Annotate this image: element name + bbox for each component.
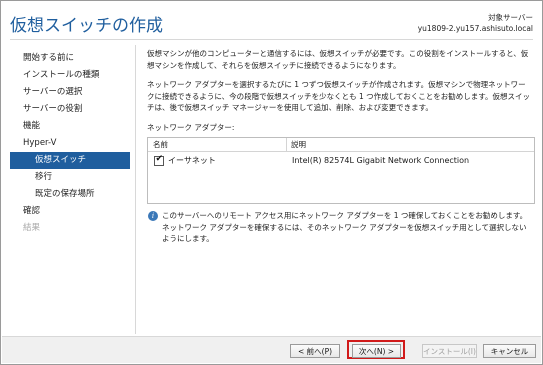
main-content: 仮想マシンが他のコンピューターと通信するには、仮想スイッチが必要です。この役割を… — [147, 48, 532, 137]
nav-item-default-stores[interactable]: 既定の保存場所 — [10, 186, 130, 203]
table-header: 名前 説明 — [148, 138, 534, 152]
adapter-checkbox[interactable]: ✔ — [154, 154, 164, 166]
wizard-window: 仮想スイッチの作成 対象サーバー yu1809-2.yu157.ashisuto… — [0, 0, 543, 365]
wizard-nav: 開始する前に インストールの種類 サーバーの選択 サーバーの役割 機能 Hype… — [10, 50, 130, 237]
previous-button[interactable]: < 前へ(P) — [290, 344, 340, 358]
nav-item-server-roles[interactable]: サーバーの役割 — [10, 101, 130, 118]
nav-item-before-you-begin[interactable]: 開始する前に — [10, 50, 130, 67]
page-title: 仮想スイッチの作成 — [10, 16, 163, 36]
nav-item-features[interactable]: 機能 — [10, 118, 130, 135]
target-server-name: yu1809-2.yu157.ashisuto.local — [417, 24, 533, 33]
nav-item-label: 機能 — [23, 121, 41, 131]
nav-item-label: 確認 — [23, 206, 41, 216]
nav-item-label: 結果 — [23, 223, 41, 233]
checkmark-icon: ✔ — [155, 154, 164, 164]
header-divider — [10, 39, 533, 40]
install-button: インストール(I) — [422, 344, 477, 358]
nav-item-label: Hyper-V — [23, 138, 57, 148]
nav-item-label: 既定の保存場所 — [35, 189, 95, 199]
info-icon: i — [148, 211, 158, 221]
column-separator[interactable] — [286, 138, 287, 151]
cancel-button[interactable]: キャンセル — [483, 344, 536, 358]
next-button[interactable]: 次へ(N) > — [352, 344, 401, 358]
nav-item-virtual-switches[interactable]: 仮想スイッチ — [10, 152, 130, 169]
nav-item-label: サーバーの役割 — [23, 104, 83, 114]
network-adapters-label: ネットワーク アダプター: — [147, 122, 235, 132]
nav-item-confirmation[interactable]: 確認 — [10, 203, 130, 220]
adapter-name: イーサネット — [168, 156, 216, 165]
nav-item-label: インストールの種類 — [23, 70, 100, 80]
nav-item-installation-type[interactable]: インストールの種類 — [10, 67, 130, 84]
target-server-info: 対象サーバー yu1809-2.yu157.ashisuto.local — [418, 12, 533, 34]
nav-item-server-selection[interactable]: サーバーの選択 — [10, 84, 130, 101]
nav-item-migration[interactable]: 移行 — [10, 169, 130, 186]
nav-item-label: サーバーの選択 — [23, 87, 83, 97]
nav-divider — [135, 45, 136, 334]
button-bar: < 前へ(P) 次へ(N) > インストール(I) キャンセル — [2, 336, 541, 363]
target-server-label: 対象サーバー — [488, 13, 533, 22]
table-row[interactable]: ✔ イーサネット Intel(R) 82574L Gigabit Network… — [148, 152, 534, 170]
column-header-name[interactable]: 名前 — [153, 138, 168, 151]
adapter-description: Intel(R) 82574L Gigabit Network Connecti… — [292, 156, 470, 165]
column-header-description[interactable]: 説明 — [291, 138, 306, 151]
nav-item-label: 仮想スイッチ — [35, 155, 87, 165]
network-adapters-table: 名前 説明 ✔ イーサネット Intel(R) 82574L Gigabit N… — [147, 137, 535, 204]
nav-item-label: 移行 — [35, 172, 53, 182]
intro-paragraph: 仮想マシンが他のコンピューターと通信するには、仮想スイッチが必要です。この役割を… — [147, 49, 529, 70]
info-text: このサーバーへのリモート アクセス用にネットワーク アダプターを 1 つ確保して… — [162, 211, 528, 243]
nav-item-hyper-v[interactable]: Hyper-V — [10, 135, 130, 152]
nav-item-label: 開始する前に — [23, 53, 75, 63]
nav-item-results: 結果 — [10, 220, 130, 237]
adapter-info-paragraph: ネットワーク アダプターを選択するたびに 1 つずつ仮想スイッチが作成されます。… — [147, 80, 530, 112]
